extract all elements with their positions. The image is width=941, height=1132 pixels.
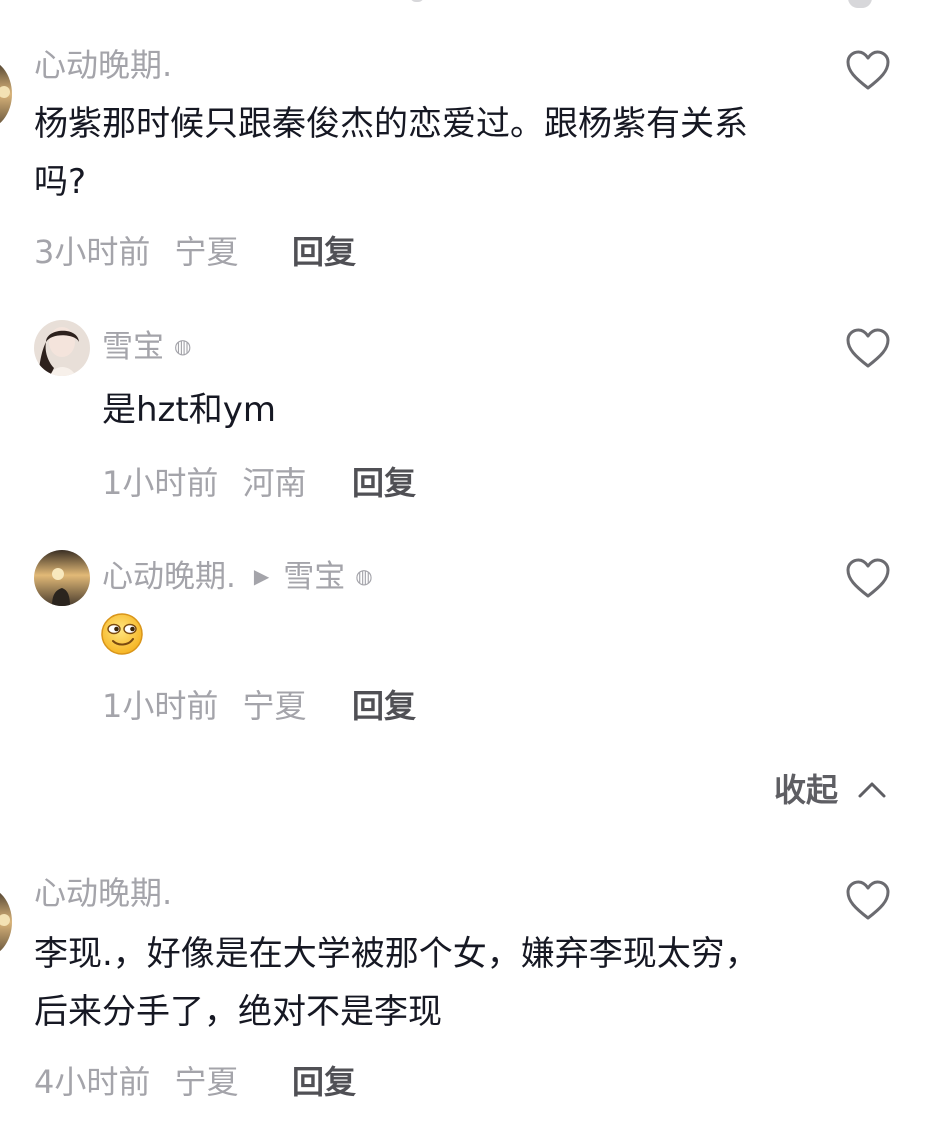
heart-icon[interactable]	[845, 557, 891, 599]
reply-button[interactable]: 回复	[292, 1062, 356, 1102]
chevron-up-icon	[858, 782, 886, 798]
comment-meta: 4小时前 宁夏	[34, 1062, 239, 1102]
top-edge-fragment	[410, 0, 424, 2]
comment-username[interactable]: 心动晚期.	[34, 873, 172, 913]
heart-icon[interactable]	[845, 327, 891, 369]
reply-time: 1小时前	[102, 464, 219, 502]
heart-icon[interactable]	[845, 49, 891, 91]
avatar[interactable]	[34, 550, 90, 606]
comment-username[interactable]: 心动晚期.	[34, 45, 172, 85]
comment-time: 3小时前	[34, 233, 151, 271]
comment-list: 心动晚期. 杨紫那时候只跟秦俊杰的恋爱过。跟杨紫有关系吗? 3小时前 宁夏 回复…	[0, 0, 941, 1132]
reply-button[interactable]: 回复	[352, 463, 416, 503]
reply-to-username[interactable]: 雪宝	[283, 559, 345, 595]
reply-username-text[interactable]: 雪宝	[102, 329, 164, 365]
reply-username[interactable]: 心动晚期. ▶ 雪宝 ◍	[102, 557, 373, 597]
heart-icon[interactable]	[845, 879, 891, 921]
reply-button[interactable]: 回复	[292, 232, 356, 272]
reply-meta: 1小时前 宁夏	[102, 686, 307, 726]
reply-username-text[interactable]: 心动晚期.	[102, 559, 236, 595]
reply-text: 是hzt和ym	[102, 390, 276, 430]
comment-location: 宁夏	[174, 1063, 239, 1101]
reply-meta: 1小时前 河南	[102, 463, 307, 503]
comment-text: 杨紫那时候只跟秦俊杰的恋爱过。跟杨紫有关系吗?	[34, 104, 748, 202]
reply-to-arrow-icon: ▶	[253, 563, 270, 588]
top-edge-fragment	[848, 0, 872, 8]
avatar[interactable]	[0, 58, 12, 130]
reply-time: 1小时前	[102, 687, 219, 725]
badge-icon: ◍	[174, 333, 192, 358]
avatar[interactable]	[34, 320, 90, 376]
reply-button[interactable]: 回复	[352, 686, 416, 726]
smirk-emoji	[101, 613, 143, 655]
reply-username[interactable]: 雪宝 ◍	[102, 327, 191, 367]
comment-meta: 3小时前 宁夏	[34, 232, 239, 272]
reply-location: 河南	[242, 464, 307, 502]
collapse-replies-button[interactable]: 收起	[774, 770, 887, 810]
reply-location: 宁夏	[242, 687, 307, 725]
collapse-label[interactable]: 收起	[774, 771, 838, 809]
comment-location: 宁夏	[174, 233, 239, 271]
avatar[interactable]	[0, 886, 12, 958]
comment-text: 李现.，好像是在大学被那个女，嫌弃李现太穷，后来分手了，绝对不是李现	[34, 934, 759, 1032]
comment-time: 4小时前	[34, 1063, 151, 1101]
badge-icon: ◍	[355, 563, 373, 588]
